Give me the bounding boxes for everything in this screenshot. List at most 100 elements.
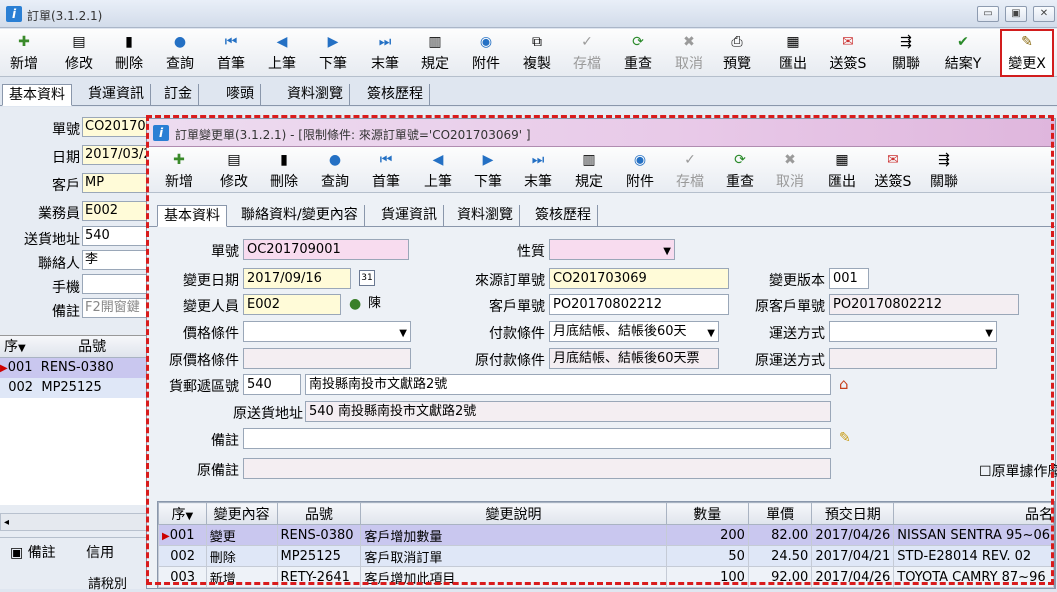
cust-po-field[interactable]: PO20170802212 (549, 294, 729, 315)
toolbar-next-button[interactable]: ▶ 下筆 (314, 29, 352, 77)
void-checkbox[interactable]: ☐原單據作廢 (979, 461, 1057, 481)
m-toolbar-refresh-button[interactable]: ⟳ 重查 (721, 147, 759, 195)
toolbar-cancel-button[interactable]: ✖ 取消 (670, 29, 708, 77)
contact-field[interactable]: 李 (82, 250, 152, 270)
toolbar-copy-button[interactable]: ⧉ 複製 (518, 29, 556, 77)
table-row[interactable]: 002 刪除 MP25125 客戶取消訂單 50 24.50 2017/04/2… (158, 545, 1054, 567)
mobile-field[interactable] (82, 274, 152, 294)
tab-deposit[interactable]: 訂金 (158, 84, 199, 106)
no-field[interactable]: OC201709001 (243, 239, 409, 260)
calendar-icon[interactable]: 31 (359, 270, 375, 286)
m-toolbar-search-button[interactable]: ● 查詢 (316, 147, 354, 195)
m-toolbar-cancel-button[interactable]: ✖ 取消 (771, 147, 809, 195)
m-toolbar-save-button[interactable]: ✓ 存檔 (671, 147, 709, 195)
note-field[interactable]: F2開窗鍵 (82, 298, 152, 318)
col-change-desc[interactable]: 變更說明 (360, 502, 667, 525)
minimize-button[interactable]: ▭ (977, 6, 999, 22)
ship-addr-field[interactable]: 540 (82, 226, 152, 246)
change-order-form: 單號 OC201709001 性質 ▼ 變更日期 2017/09/16 31 來… (147, 229, 1057, 487)
book-icon: ▥ (582, 152, 596, 168)
tab-basic[interactable]: 基本資料 (2, 84, 72, 106)
tab-notes[interactable]: 備註 (28, 545, 56, 561)
m-tab-basic[interactable]: 基本資料 (157, 205, 227, 227)
nature-label: 性質 (517, 244, 545, 260)
close-button[interactable]: ✕ (1033, 6, 1055, 22)
ship-method-select[interactable]: ▼ (829, 321, 997, 342)
m-toolbar-first-button[interactable]: ⏮ 首筆 (367, 147, 405, 195)
toolbar-change-button[interactable]: ✎ 變更X (1000, 29, 1054, 77)
change-date-field[interactable]: 2017/09/16 (243, 268, 351, 289)
toolbar-first-button[interactable]: ⏮ 首筆 (212, 29, 250, 77)
toolbar-last-button[interactable]: ⏭ 末筆 (366, 29, 404, 77)
m-toolbar-sign-button[interactable]: ✉ 送簽S (869, 147, 917, 195)
order-no-field[interactable]: CO20170306 (82, 117, 152, 137)
toolbar-link-button[interactable]: ⇶ 關聯 (886, 29, 926, 77)
toolbar-close-case-button[interactable]: ✔ 結案Y (940, 29, 986, 77)
tab-shipping[interactable]: 貨運資訊 (82, 84, 151, 106)
main-grid-row[interactable]: 002 MP25125 (0, 378, 150, 398)
toolbar-delete-button[interactable]: ▮ 刪除 (110, 29, 148, 77)
nature-select[interactable]: ▼ (549, 239, 675, 260)
col-delivery-date[interactable]: 預交日期 (811, 502, 895, 525)
main-grid-scrollbar[interactable]: ◂ (0, 513, 150, 531)
m-toolbar-next-button[interactable]: ▶ 下筆 (469, 147, 507, 195)
new-icon: ✚ (18, 34, 30, 50)
tab-credit[interactable]: 信用 (60, 545, 114, 561)
toolbar-export-button[interactable]: ▦ 匯出 (773, 29, 813, 77)
m-tab-contact-change[interactable]: 聯絡資料/變更內容 (235, 205, 365, 227)
bottom-tabs: ▣ 備註 信用 (0, 537, 150, 567)
pencil-icon[interactable]: ✎ (839, 430, 851, 446)
col-qty[interactable]: 數量 (665, 502, 749, 525)
toolbar-new-button[interactable]: ✚ 新增 (6, 29, 42, 77)
toolbar-search-button[interactable]: ● 查詢 (161, 29, 199, 77)
col-seq[interactable]: 序▼ (158, 502, 207, 525)
col-item-no[interactable]: 品號 (276, 502, 362, 525)
table-row[interactable]: ▶001 變更 RENS-0380 客戶增加數量 200 82.00 2017/… (158, 524, 1054, 546)
zip-field[interactable]: 540 (243, 374, 301, 395)
no-label: 單號 (211, 244, 239, 260)
table-row[interactable]: 003 新增 RETY-2641 客戶增加此項目 100 92.00 2017/… (158, 566, 1054, 588)
customer-field[interactable]: MP (82, 173, 152, 193)
checkbox-icon[interactable]: ☐ (979, 464, 992, 480)
col-item-name[interactable]: 品名 (893, 502, 1054, 525)
tab-browse[interactable]: 資料瀏覽 (281, 84, 350, 106)
main-grid-row[interactable]: ▶001 RENS-0380 (0, 358, 150, 378)
toolbar-sign-button[interactable]: ✉ 送簽S (825, 29, 871, 77)
date-field[interactable]: 2017/03/2 (82, 145, 152, 165)
m-toolbar-link-button[interactable]: ⇶ 關聯 (925, 147, 963, 195)
col-change-type[interactable]: 變更內容 (205, 502, 278, 525)
m-toolbar-attach-button[interactable]: ◉ 附件 (621, 147, 659, 195)
m-toolbar-rules-button[interactable]: ▥ 規定 (570, 147, 608, 195)
toolbar-edit-button[interactable]: ▤ 修改 (60, 29, 98, 77)
toolbar-prev-button[interactable]: ◀ 上筆 (263, 29, 301, 77)
home-icon[interactable]: ⌂ (839, 375, 849, 393)
address-field[interactable]: 南投縣南投市文獻路2號 (305, 374, 831, 395)
m-toolbar-edit-button[interactable]: ▤ 修改 (215, 147, 253, 195)
pay-term-select[interactable]: 月底結帳、結帳後60天 ▼ (549, 321, 719, 342)
memo-field[interactable] (243, 428, 831, 449)
changer-field[interactable]: E002 (243, 294, 341, 315)
col-price[interactable]: 單價 (747, 502, 813, 525)
price-term-select[interactable]: ▼ (243, 321, 411, 342)
tab-sign-history[interactable]: 簽核歷程 (361, 84, 430, 106)
source-field[interactable]: CO201703069 (549, 268, 729, 289)
price-term-label: 價格條件 (183, 326, 239, 342)
toolbar-save-button[interactable]: ✓ 存檔 (568, 29, 606, 77)
m-toolbar-export-button[interactable]: ▦ 匯出 (823, 147, 861, 195)
m-toolbar-new-button[interactable]: ✚ 新增 (161, 147, 197, 195)
maximize-button[interactable]: ▣ (1005, 6, 1027, 22)
toolbar-rules-button[interactable]: ▥ 規定 (416, 29, 454, 77)
sales-field[interactable]: E002 (82, 201, 152, 221)
tab-mark[interactable]: 嘜頭 (220, 84, 261, 106)
toolbar-refresh-button[interactable]: ⟳ 重查 (619, 29, 657, 77)
m-toolbar-prev-button[interactable]: ◀ 上筆 (419, 147, 457, 195)
m-tab-shipping[interactable]: 貨運資訊 (375, 205, 444, 227)
m-tab-browse[interactable]: 資料瀏覽 (451, 205, 520, 227)
toolbar-preview-button[interactable]: ⎙ 預覽 (716, 29, 758, 77)
m-toolbar-last-button[interactable]: ⏭ 末筆 (519, 147, 557, 195)
m-toolbar-delete-button[interactable]: ▮ 刪除 (265, 147, 303, 195)
toolbar-attach-button[interactable]: ◉ 附件 (467, 29, 505, 77)
change-order-tabs: 基本資料 聯絡資料/變更內容 貨運資訊 資料瀏覽 簽核歷程 (147, 203, 1055, 227)
version-field[interactable]: 001 (829, 268, 869, 289)
m-tab-sign-history[interactable]: 簽核歷程 (529, 205, 598, 227)
